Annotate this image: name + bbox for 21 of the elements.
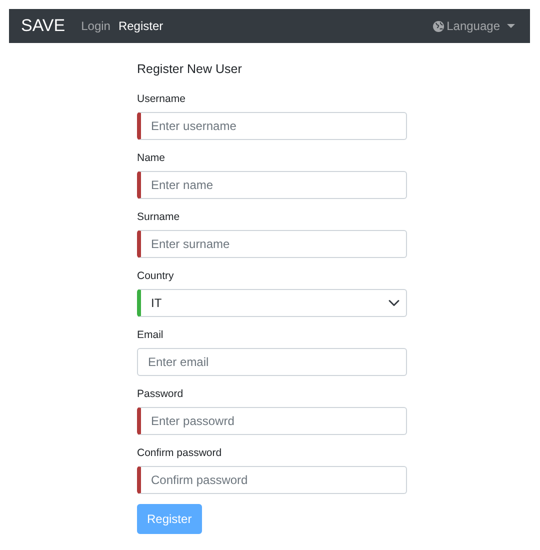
input-field[interactable]: Enter name xyxy=(137,171,407,199)
caret-icon xyxy=(506,23,516,29)
language-dropdown[interactable]: Language xyxy=(432,17,516,35)
field-label: Password xyxy=(137,388,184,401)
globe-icon xyxy=(432,20,444,32)
nav-link[interactable]: Login xyxy=(81,17,110,35)
form-title: Register New User xyxy=(137,61,243,77)
field-label: Country xyxy=(137,270,175,283)
field-label: Surname xyxy=(137,211,181,224)
field-label: Email xyxy=(137,329,164,342)
input-field[interactable]: Enter email xyxy=(137,348,407,376)
input-field[interactable]: Enter surname xyxy=(137,230,407,258)
country-select[interactable]: IT xyxy=(137,289,407,317)
nav-link[interactable]: Register xyxy=(118,17,164,35)
brand-link[interactable]: SAVE xyxy=(21,13,66,39)
input-field[interactable]: Confirm password xyxy=(137,466,407,494)
field-label: Username xyxy=(137,93,186,106)
field-label: Name xyxy=(137,152,166,165)
field-label: Confirm password xyxy=(137,447,223,460)
input-field[interactable]: Enter passowrd xyxy=(137,407,407,435)
input-field[interactable]: Enter username xyxy=(137,112,407,140)
